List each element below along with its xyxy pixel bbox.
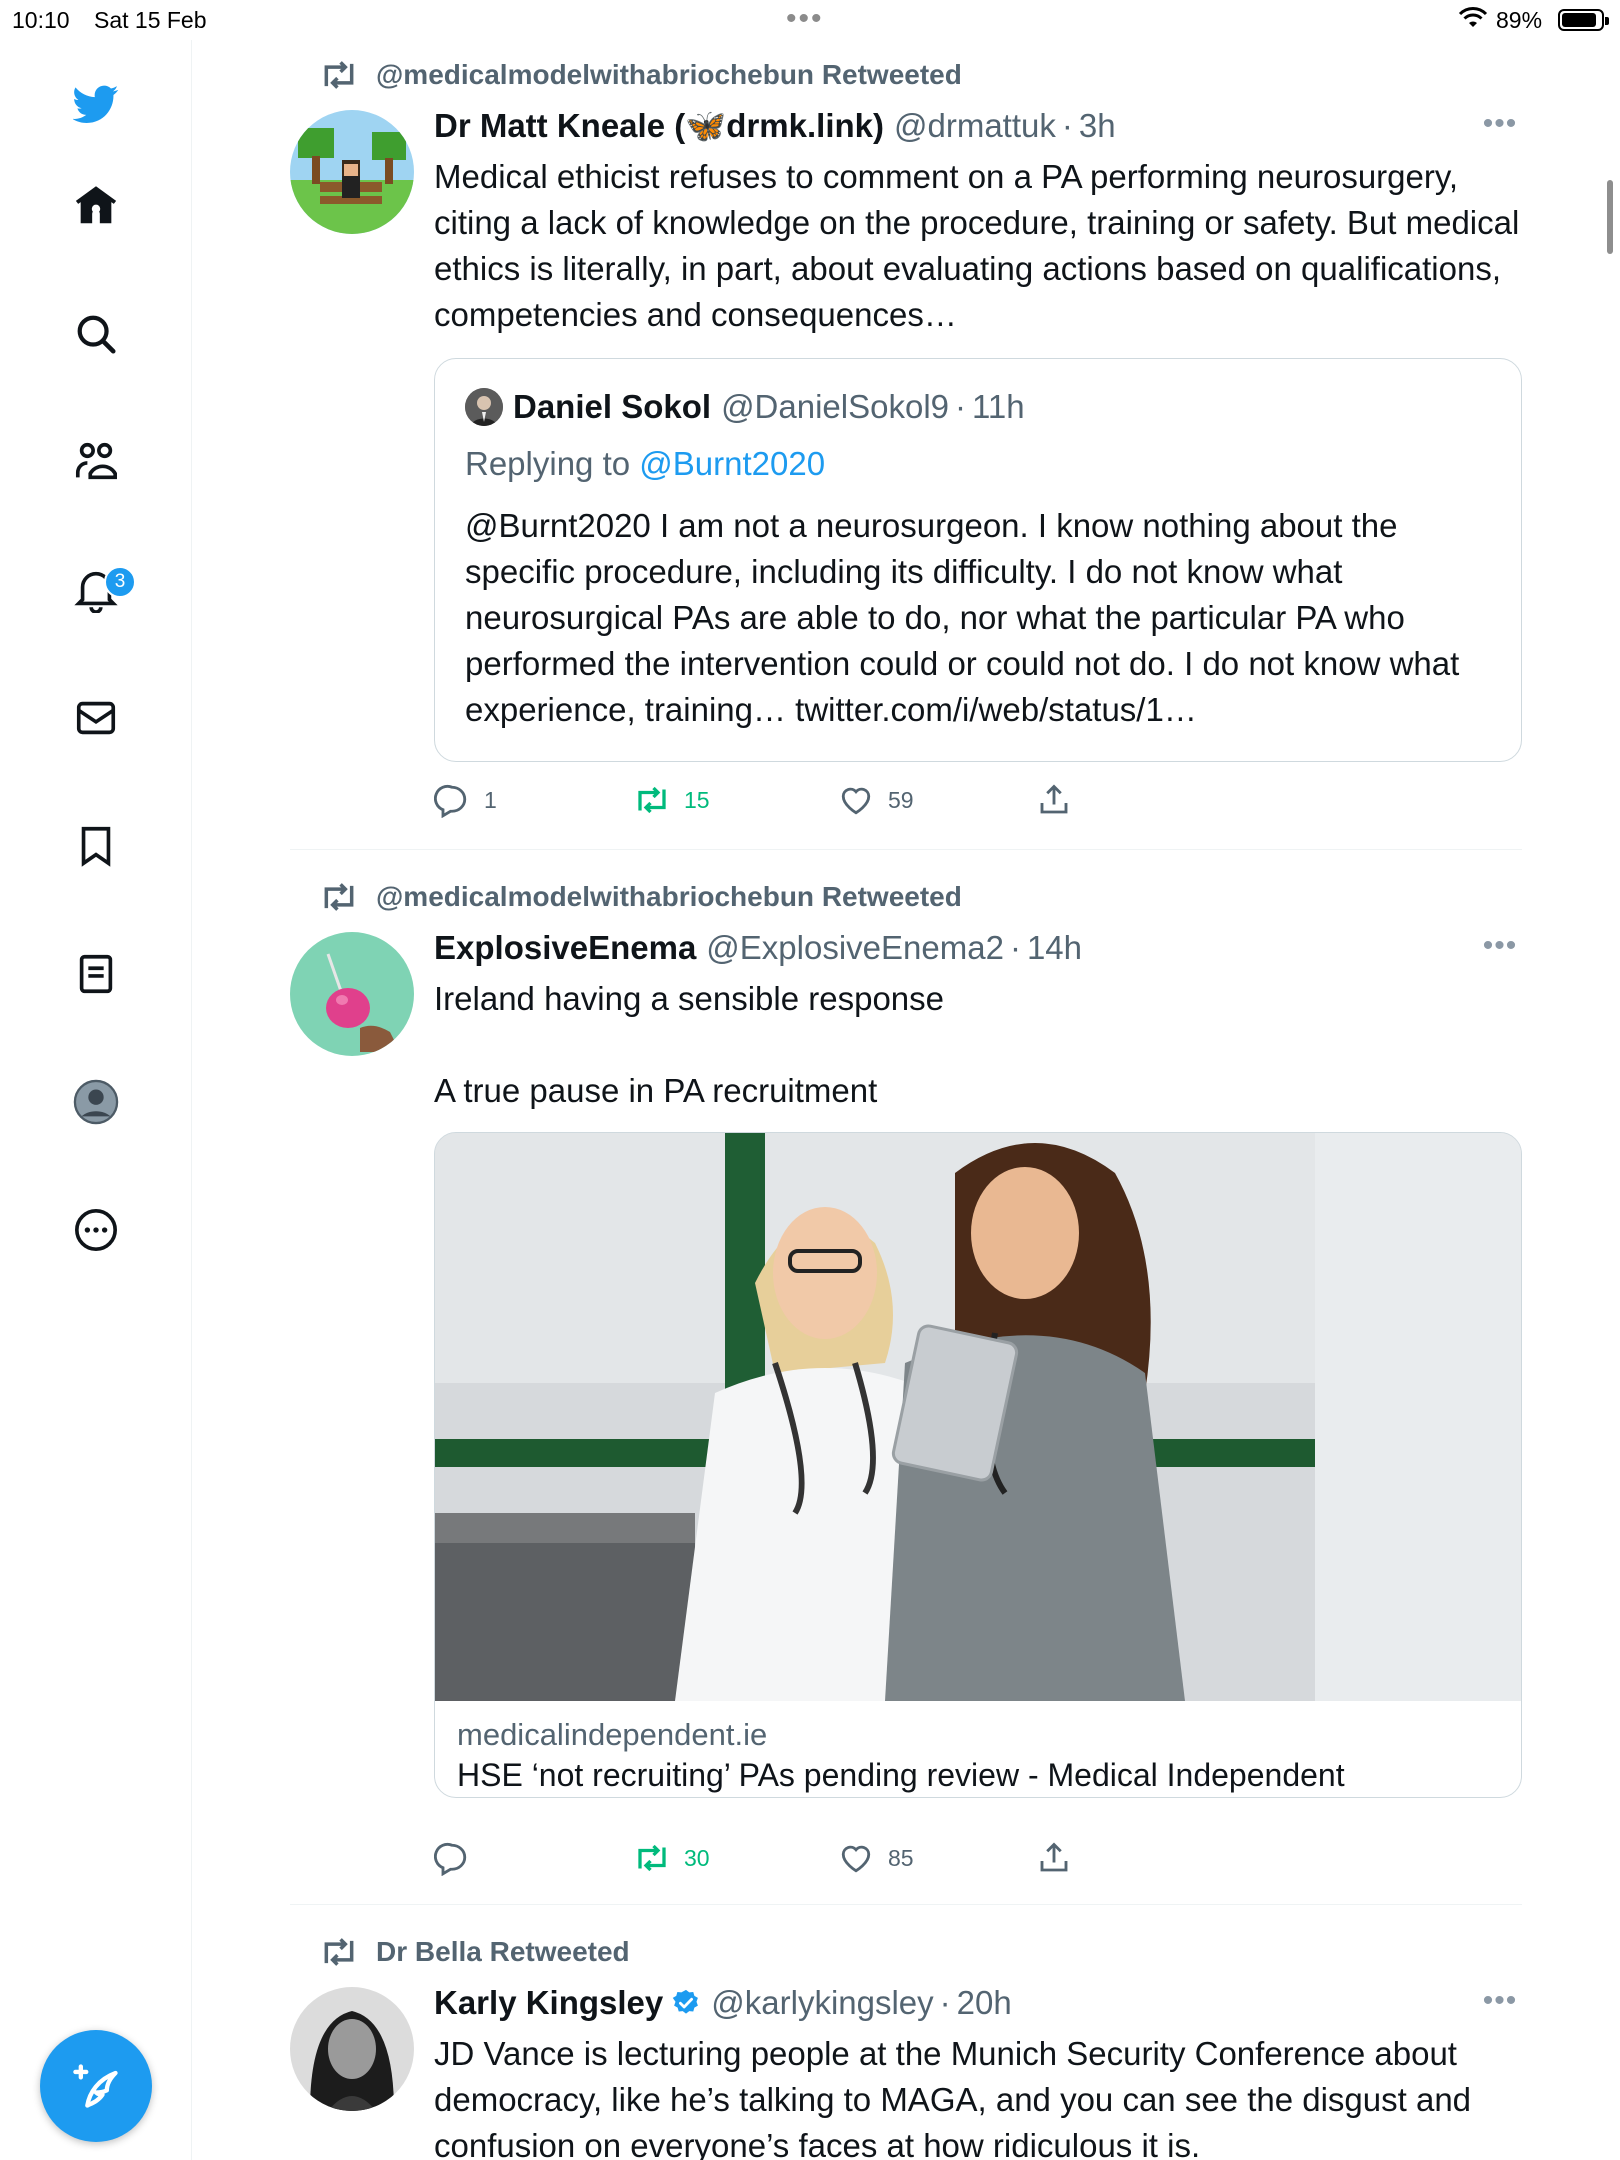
user-handle[interactable]: @ExplosiveEnema2 [706, 929, 1004, 967]
user-handle[interactable]: @drmattuk [894, 107, 1056, 145]
retweeted-by-label: Dr Bella Retweeted [376, 1936, 630, 1967]
link-card[interactable]: medicalindependent.ie HSE ‘not recruitin… [434, 1132, 1522, 1798]
retweeted-by-label: @medicalmodelwithabriochebun Retweeted [376, 881, 962, 912]
tweet[interactable]: @medicalmodelwithabriochebun Retweeted D… [290, 58, 1522, 848]
reply-icon [434, 784, 467, 818]
more-icon[interactable] [60, 1194, 132, 1266]
notifications-icon[interactable]: 3 [60, 554, 136, 626]
retweet-context: Dr Bella Retweeted [324, 1935, 630, 1969]
status-date: Sat 15 Feb [94, 7, 207, 33]
replying-to-prefix: Replying to [465, 445, 640, 482]
replying-to-mention[interactable]: @Burnt2020 [639, 445, 825, 482]
battery-icon [1558, 9, 1609, 31]
retweet-count: 30 [684, 1844, 710, 1871]
status-time: 10:10 [12, 7, 70, 33]
retweeted-by-label: @medicalmodelwithabriochebun Retweeted [376, 59, 962, 90]
display-name[interactable]: ExplosiveEnema [434, 929, 696, 967]
search-icon[interactable] [60, 298, 132, 370]
like-count: 85 [888, 1844, 914, 1871]
avatar[interactable] [290, 1987, 414, 2111]
replying-to: Replying to @Burnt2020 [465, 445, 825, 483]
reply-button[interactable]: 1 [434, 780, 497, 820]
status-bar: 10:10 Sat 15 Feb ••• 89% [0, 0, 1620, 40]
tweet-header: Dr Matt Kneale (🦋drmk.link) @drmattuk · … [434, 106, 1522, 146]
battery-percent: 89% [1496, 7, 1543, 33]
retweet-icon [638, 1844, 666, 1872]
quoted-timestamp: 11h [972, 388, 1025, 425]
avatar[interactable] [290, 932, 414, 1056]
link-card-title: HSE ‘not recruiting’ PAs pending review … [457, 1757, 1345, 1793]
tweet-divider [290, 849, 1522, 850]
reply-count: 1 [484, 786, 497, 813]
link-card-image [435, 1133, 1521, 1701]
link-card-domain: medicalindependent.ie [457, 1717, 768, 1752]
retweet-context: @medicalmodelwithabriochebun Retweeted [324, 58, 962, 92]
share-icon [1040, 784, 1068, 814]
share-icon [1040, 1842, 1068, 1872]
quoted-tweet[interactable]: Daniel Sokol @DanielSokol9 · 11h Replyin… [434, 358, 1522, 762]
more-options-icon[interactable]: ••• [1478, 931, 1522, 974]
heart-icon [841, 1845, 871, 1873]
separator: · [939, 1984, 951, 2021]
messages-icon[interactable] [60, 682, 132, 754]
quoted-avatar [465, 388, 503, 426]
wifi-icon [1458, 7, 1488, 27]
tweet-text: JD Vance is lecturing people at the Muni… [434, 2035, 1481, 2160]
tweet-text: Medical ethicist refuses to comment on a… [434, 158, 1529, 333]
share-button[interactable] [1036, 780, 1086, 820]
scroll-indicator[interactable] [1607, 180, 1613, 254]
tweet-text: Ireland having a sensible response A tru… [434, 980, 945, 1109]
communities-icon[interactable] [60, 426, 132, 498]
tweet-actions: 30 85 [434, 1838, 1134, 1878]
reply-icon [434, 1842, 467, 1876]
profile-icon[interactable] [60, 1066, 132, 1138]
separator: · [1009, 929, 1021, 966]
quoted-display-name: Daniel Sokol [513, 388, 712, 425]
tweet[interactable]: @medicalmodelwithabriochebun Retweeted E… [290, 880, 1522, 1900]
tweet-header: ExplosiveEnema @ExplosiveEnema2 · 14h [434, 928, 1522, 968]
retweet-context-icon [324, 1938, 354, 1966]
quoted-tweet-header: Daniel Sokol @DanielSokol9 · 11h [465, 387, 1025, 427]
reply-button[interactable] [434, 1838, 484, 1878]
more-options-icon[interactable]: ••• [1478, 109, 1522, 152]
user-handle[interactable]: @karlykingsley [711, 1984, 933, 2022]
multitasking-dots-icon[interactable]: ••• [786, 2, 824, 36]
lists-icon[interactable] [60, 938, 132, 1010]
retweet-button[interactable]: 15 [634, 780, 710, 820]
timestamp[interactable]: 14h [1027, 929, 1082, 967]
compose-tweet-button[interactable] [40, 2030, 152, 2142]
home-icon[interactable] [60, 170, 132, 242]
tweet[interactable]: Dr Bella Retweeted Karly Kingsley @karly… [290, 1935, 1522, 2160]
verified-badge-icon [673, 1989, 699, 2014]
twitter-bird-icon[interactable] [60, 68, 132, 140]
more-options-icon[interactable]: ••• [1478, 1986, 1522, 2029]
tweet-divider [290, 1904, 1522, 1905]
tweet-header: Karly Kingsley @karlykingsley · 20h [434, 1983, 1522, 2023]
retweet-context-icon [324, 883, 354, 911]
timestamp[interactable]: 20h [957, 1984, 1012, 2022]
retweet-icon [638, 786, 666, 814]
retweet-count: 15 [684, 786, 710, 813]
display-name[interactable]: Dr Matt Kneale (🦋drmk.link) [434, 107, 884, 146]
retweet-context: @medicalmodelwithabriochebun Retweeted [324, 880, 962, 914]
avatar[interactable] [290, 110, 414, 234]
like-button[interactable]: 59 [838, 780, 914, 820]
quoted-user-handle: @DanielSokol9 [721, 388, 950, 425]
separator: · [955, 388, 967, 425]
quoted-tweet-text: @Burnt2020 I am not a neurosurgeon. I kn… [465, 507, 1460, 728]
sidebar: 3 [0, 40, 192, 2160]
retweet-button[interactable]: 30 [634, 1838, 710, 1878]
timestamp[interactable]: 3h [1079, 107, 1116, 145]
separator: · [1061, 107, 1073, 144]
compose-tweet-icon [73, 2064, 118, 2108]
retweet-context-icon [324, 61, 354, 89]
like-button[interactable]: 85 [838, 1838, 914, 1878]
bookmarks-icon[interactable] [60, 810, 132, 882]
tweet-actions: 1 15 59 [434, 780, 1134, 820]
display-name[interactable]: Karly Kingsley [434, 1984, 663, 2022]
heart-icon [841, 787, 871, 815]
like-count: 59 [888, 786, 914, 813]
notification-badge: 3 [104, 566, 136, 598]
share-button[interactable] [1036, 1838, 1086, 1878]
